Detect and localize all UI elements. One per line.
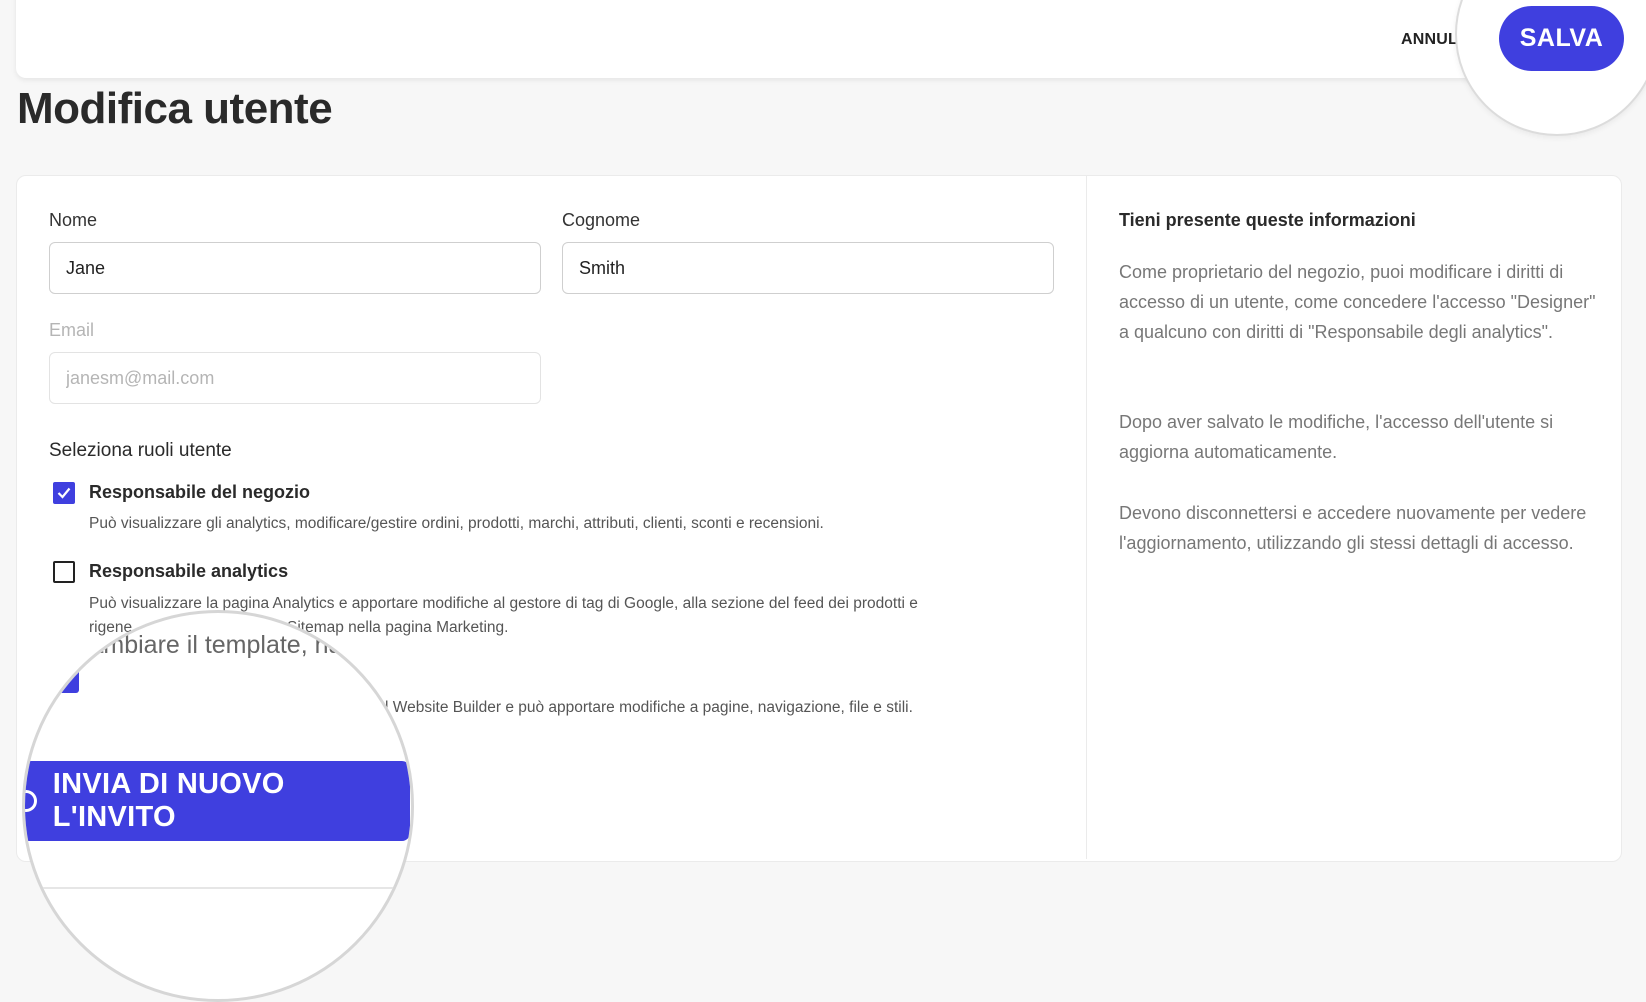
last-name-input[interactable] xyxy=(562,242,1054,294)
first-name-input[interactable] xyxy=(49,242,541,294)
magnified-role-text: cambiare il template, ha xyxy=(77,631,343,659)
top-action-bar xyxy=(16,0,1620,78)
page-title: Modifica utente xyxy=(17,84,333,133)
role-designer-checkbox[interactable] xyxy=(51,665,79,693)
card-divider xyxy=(1086,176,1087,859)
role-analytics-manager-checkbox[interactable] xyxy=(53,561,75,583)
resend-invite-button[interactable]: INVIA DI NUOVO L'INVITO xyxy=(25,761,410,841)
role-analytics-manager-title: Responsabile analytics xyxy=(89,561,289,581)
first-name-label: Nome xyxy=(49,210,98,230)
role-store-manager-description: Può visualizzare gli analytics, modifica… xyxy=(89,515,824,532)
email-label: Email xyxy=(49,320,95,340)
save-button[interactable]: SALVA xyxy=(1499,6,1624,71)
info-paragraph-3: Devono disconnettersi e accedere nuovame… xyxy=(1119,503,1587,553)
last-name-label: Cognome xyxy=(562,210,641,230)
resend-invite-label: INVIA DI NUOVO L'INVITO xyxy=(52,768,285,833)
resend-icon xyxy=(25,790,37,812)
info-title: Tieni presente queste informazioni xyxy=(1119,210,1416,230)
cancel-button[interactable]: ANNUL xyxy=(1401,31,1458,49)
checkmark-icon xyxy=(57,487,71,499)
roles-section-title: Seleziona ruoli utente xyxy=(49,440,232,461)
checkmark-icon xyxy=(54,670,74,686)
magnifier-lens-bottom: cambiare il template, ha INVIA DI NUOVO … xyxy=(22,610,414,1002)
role-designer-description: l Website Builder e può apportare modifi… xyxy=(385,699,913,716)
role-store-manager-title: Responsabile del negozio xyxy=(89,482,311,502)
role-store-manager-checkbox[interactable] xyxy=(53,482,75,504)
magnified-card-edge xyxy=(25,887,411,889)
info-paragraph-1: Come proprietario del negozio, puoi modi… xyxy=(1119,262,1596,342)
email-input[interactable] xyxy=(49,352,541,404)
info-paragraph-2: Dopo aver salvato le modifiche, l'access… xyxy=(1119,412,1554,462)
